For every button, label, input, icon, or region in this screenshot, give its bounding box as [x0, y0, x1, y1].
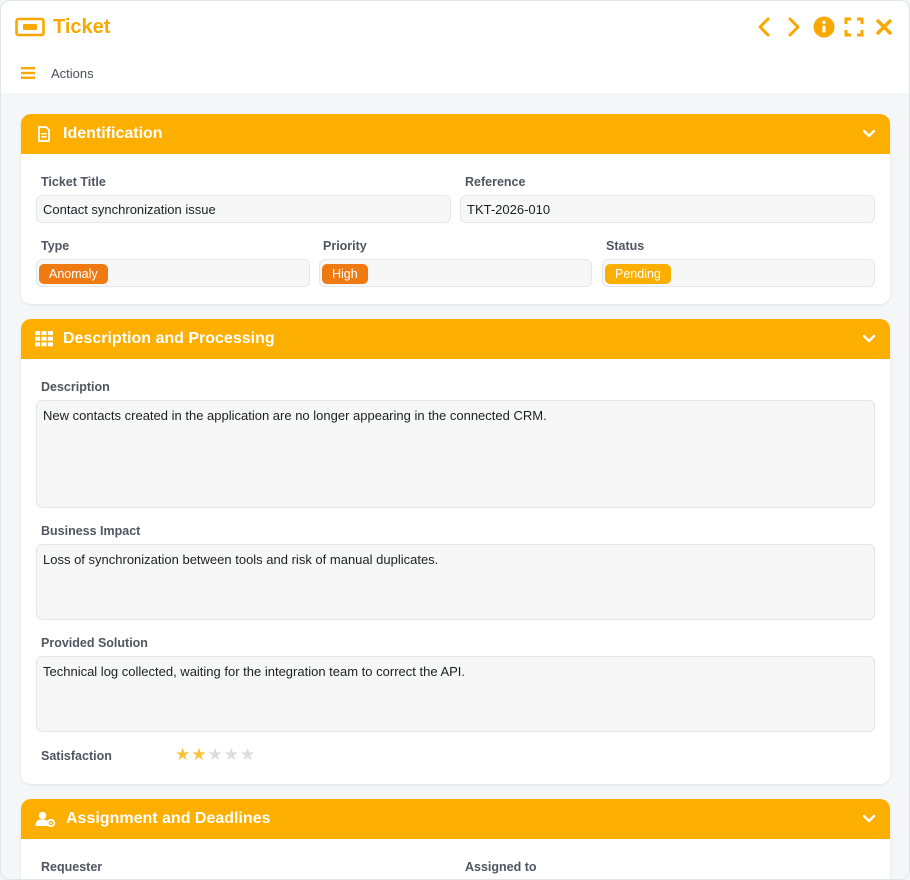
close-button[interactable]	[873, 16, 895, 38]
business-impact-textarea[interactable]: Loss of synchronization between tools an…	[36, 544, 875, 620]
reference-field[interactable]: TKT-2026-010	[460, 195, 875, 223]
provided-solution-label: Provided Solution	[41, 636, 148, 650]
identification-header[interactable]: Identification	[21, 114, 890, 154]
info-button[interactable]	[813, 16, 835, 38]
actions-bar: Actions	[1, 53, 909, 93]
ticket-title-field[interactable]: Contact synchronization issue	[36, 195, 451, 223]
business-impact-label: Business Impact	[41, 524, 141, 538]
star-icon[interactable]: ★	[224, 746, 239, 763]
status-label: Status	[606, 239, 645, 253]
next-icon	[788, 17, 800, 37]
user-gear-icon	[35, 811, 56, 827]
chevron-down-icon[interactable]	[862, 814, 876, 824]
chevron-down-icon[interactable]	[862, 334, 876, 344]
chevron-down-icon[interactable]	[862, 129, 876, 139]
document-icon	[38, 126, 50, 142]
ticket-window: Ticket Actions Identification Ticket Tit…	[0, 0, 910, 880]
assignment-header[interactable]: Assignment and Deadlines	[21, 799, 890, 839]
description-section: Description and Processing Description N…	[21, 319, 890, 784]
status-badge[interactable]: Pending	[605, 264, 671, 284]
description-header[interactable]: Description and Processing	[21, 319, 890, 359]
ticket-icon	[15, 17, 45, 37]
title-bar: Ticket	[1, 1, 909, 53]
star-icon[interactable]: ★	[208, 746, 223, 763]
form-content: Identification Ticket Title Contact sync…	[1, 93, 909, 879]
description-textarea[interactable]: New contacts created in the application …	[36, 400, 875, 508]
provided-solution-textarea[interactable]: Technical log collected, waiting for the…	[36, 656, 875, 732]
close-icon	[876, 19, 892, 35]
previous-button[interactable]	[753, 16, 775, 38]
maximize-icon	[844, 17, 864, 37]
ticket-title-label: Ticket Title	[41, 175, 106, 189]
requester-label: Requester	[41, 860, 103, 874]
assigned-to-label: Assigned to	[465, 860, 537, 874]
type-label: Type	[41, 239, 70, 253]
satisfaction-label: Satisfaction	[41, 749, 112, 763]
info-icon	[813, 16, 835, 38]
type-badge[interactable]: Anomaly	[39, 264, 108, 284]
reference-label: Reference	[465, 175, 526, 189]
priority-badge[interactable]: High	[322, 264, 368, 284]
section-title: Assignment and Deadlines	[66, 810, 271, 827]
window-title: Ticket	[53, 15, 111, 38]
star-icon[interactable]: ★	[175, 746, 190, 763]
satisfaction-rating[interactable]: ★ ★ ★ ★ ★	[175, 746, 255, 763]
type-field[interactable]: Anomaly	[36, 259, 310, 287]
previous-icon	[758, 17, 770, 37]
assignment-section: Assignment and Deadlines Requester Assig…	[21, 799, 890, 879]
priority-field[interactable]: High	[319, 259, 592, 287]
star-icon[interactable]: ★	[240, 746, 255, 763]
description-label: Description	[41, 380, 110, 394]
section-title: Identification	[63, 125, 163, 142]
maximize-button[interactable]	[843, 16, 865, 38]
priority-label: Priority	[323, 239, 367, 253]
table-icon	[35, 331, 53, 347]
actions-menu-button[interactable]: Actions	[51, 66, 94, 81]
identification-section: Identification Ticket Title Contact sync…	[21, 114, 890, 304]
menu-icon[interactable]	[21, 67, 35, 79]
next-button[interactable]	[783, 16, 805, 38]
status-field[interactable]: Pending	[602, 259, 875, 287]
star-icon[interactable]: ★	[191, 746, 206, 763]
section-title: Description and Processing	[63, 330, 275, 347]
